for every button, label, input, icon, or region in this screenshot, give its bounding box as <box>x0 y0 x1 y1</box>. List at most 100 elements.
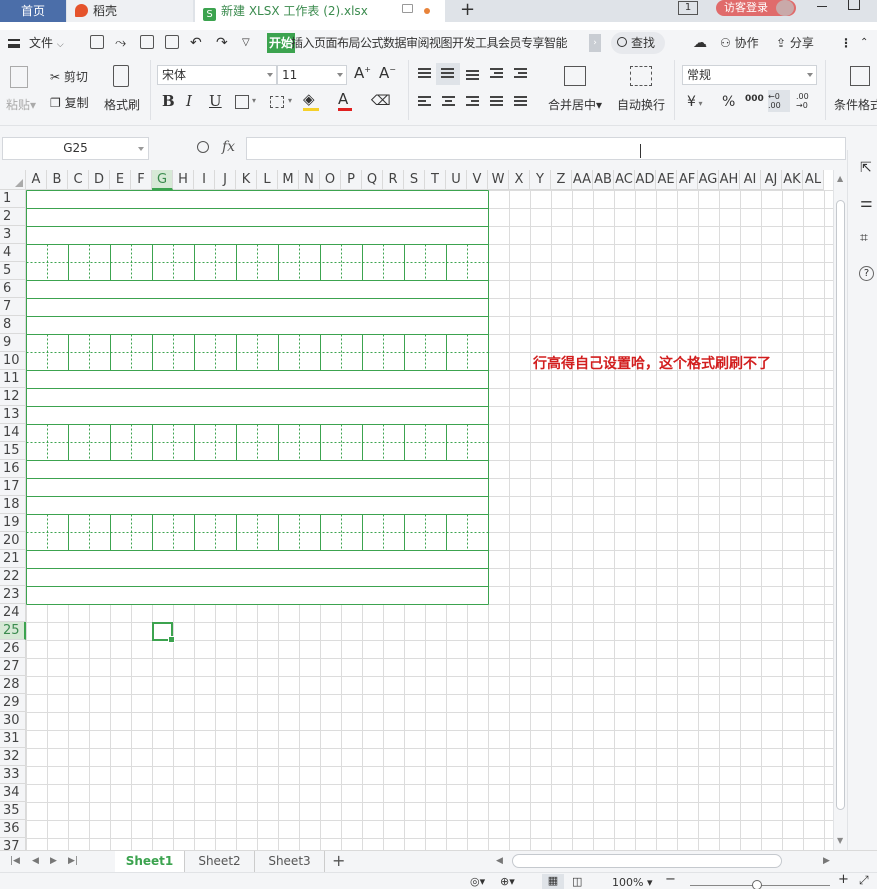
indent-increase-icon[interactable] <box>514 68 527 79</box>
row-header[interactable]: 15 <box>0 442 26 460</box>
sheet-tab-2[interactable]: Sheet2 <box>185 851 255 872</box>
row-header[interactable]: 30 <box>0 712 26 730</box>
more-options-icon[interactable]: ⋮ <box>840 34 852 52</box>
column-header[interactable]: AG <box>698 170 719 190</box>
row-header[interactable]: 8 <box>0 316 26 334</box>
column-header[interactable]: B <box>47 170 68 190</box>
copy-button[interactable]: ❐ 复制 <box>50 94 89 111</box>
align-middle-button[interactable] <box>436 63 460 85</box>
zoom-level[interactable]: 100% ▾ <box>612 876 652 889</box>
crop-icon[interactable]: ⌗ <box>860 230 868 246</box>
row-header[interactable]: 1 <box>0 190 26 208</box>
wrap-text-button[interactable]: 自动换行 <box>617 96 665 113</box>
row-header[interactable]: 22 <box>0 568 26 586</box>
wrap-text-icon[interactable] <box>630 66 652 86</box>
avatar[interactable] <box>776 0 794 16</box>
row-header[interactable]: 19 <box>0 514 26 532</box>
normal-view-icon[interactable]: ▦ <box>542 874 564 889</box>
formula-input[interactable] <box>246 137 846 160</box>
row-header[interactable]: 24 <box>0 604 26 622</box>
function-icon[interactable]: fx <box>222 139 235 155</box>
row-header[interactable]: 31 <box>0 730 26 748</box>
column-header[interactable]: AA <box>572 170 593 190</box>
scroll-left-icon[interactable]: ◀ <box>496 856 503 866</box>
row-header[interactable]: 7 <box>0 298 26 316</box>
zoom-formula-icon[interactable] <box>197 141 209 153</box>
row-header[interactable]: 10 <box>0 352 26 370</box>
print-preview-icon[interactable] <box>165 35 179 49</box>
align-center-icon[interactable] <box>442 96 455 107</box>
column-header[interactable]: AJ <box>761 170 782 190</box>
hamburger-icon[interactable] <box>8 39 20 48</box>
column-header[interactable]: J <box>215 170 236 190</box>
chevron-down-icon[interactable]: ▾ <box>252 96 256 105</box>
row-header[interactable]: 12 <box>0 388 26 406</box>
column-header[interactable]: F <box>131 170 152 190</box>
row-header[interactable]: 16 <box>0 460 26 478</box>
percent-button[interactable]: % <box>722 94 735 110</box>
row-header[interactable]: 5 <box>0 262 26 280</box>
search-button[interactable]: 查找 <box>611 32 665 54</box>
export-icon[interactable]: ⤳ <box>115 34 126 52</box>
ribbon-tabs[interactable]: 插入页面布局公式数据审阅视图开发工具会员专享智能 <box>291 33 568 53</box>
column-header[interactable]: AF <box>677 170 698 190</box>
font-size-select[interactable]: 11 <box>277 65 347 85</box>
row-header[interactable]: 21 <box>0 550 26 568</box>
column-header[interactable]: S <box>404 170 425 190</box>
fullscreen-icon[interactable]: ⤢ <box>859 873 869 888</box>
row-header[interactable]: 14 <box>0 424 26 442</box>
row-header[interactable]: 26 <box>0 640 26 658</box>
column-header[interactable]: H <box>173 170 194 190</box>
borders-icon[interactable] <box>235 95 249 109</box>
row-header[interactable]: 13 <box>0 406 26 424</box>
decrease-decimal-icon[interactable]: .00 →0 <box>796 92 809 110</box>
column-header[interactable]: L <box>257 170 278 190</box>
column-header[interactable]: AH <box>719 170 740 190</box>
column-header[interactable]: AB <box>593 170 614 190</box>
eye-protection-icon[interactable]: ◎▾ <box>470 875 485 888</box>
name-box[interactable]: G25 <box>2 137 149 160</box>
align-top-icon[interactable] <box>418 68 431 79</box>
distributed-icon[interactable] <box>514 96 527 107</box>
sheet-tab-3[interactable]: Sheet3 <box>255 851 325 872</box>
first-sheet-icon[interactable]: |◀ <box>10 856 20 866</box>
column-header[interactable]: AD <box>635 170 656 190</box>
column-header[interactable]: O <box>320 170 341 190</box>
page-layout-view-icon[interactable]: ◫ <box>572 875 582 888</box>
row-header[interactable]: 3 <box>0 226 26 244</box>
settings-slider-icon[interactable]: ⚌ <box>860 195 873 211</box>
undo-icon[interactable]: ↶ <box>190 34 202 52</box>
align-bottom-icon[interactable] <box>466 68 479 80</box>
row-header[interactable]: 34 <box>0 784 26 802</box>
vertical-scrollbar[interactable]: ▲ ▼ <box>833 170 847 850</box>
indent-decrease-icon[interactable] <box>490 68 503 79</box>
conditional-format-icon[interactable] <box>850 66 870 86</box>
row-header[interactable]: 37 <box>0 838 26 850</box>
collapse-ribbon-icon[interactable]: ⌃ <box>860 34 868 52</box>
row-header[interactable]: 28 <box>0 676 26 694</box>
row-header[interactable]: 35 <box>0 802 26 820</box>
zoom-out-icon[interactable]: − <box>665 872 676 887</box>
row-header[interactable]: 25 <box>0 622 26 640</box>
column-header[interactable]: AK <box>782 170 803 190</box>
justify-icon[interactable] <box>490 96 503 107</box>
column-header[interactable]: Q <box>362 170 383 190</box>
collab-button[interactable]: ⚇ 协作 <box>720 34 759 52</box>
eraser-icon[interactable]: ⌫ <box>371 93 391 109</box>
row-header[interactable]: 9 <box>0 334 26 352</box>
minimize-icon[interactable] <box>817 6 827 7</box>
merge-border-icon[interactable] <box>270 96 284 108</box>
save-icon[interactable] <box>90 35 104 49</box>
format-painter-icon[interactable] <box>113 65 129 87</box>
read-mode-icon[interactable]: ⊕▾ <box>500 875 515 888</box>
number-format-select[interactable]: 常规 <box>682 65 817 85</box>
maximize-icon[interactable] <box>848 0 860 10</box>
column-header[interactable]: AI <box>740 170 761 190</box>
column-header[interactable]: T <box>425 170 446 190</box>
column-header[interactable]: AC <box>614 170 635 190</box>
merge-center-icon[interactable] <box>564 66 586 86</box>
spreadsheet-grid[interactable]: A B C D E F G H I J K L M N O P Q R S T U V W X Y Z AA AB AC AD AE AF AG… <box>0 170 833 850</box>
fill-color-icon[interactable]: ◈ <box>303 90 319 111</box>
column-header[interactable]: C <box>68 170 89 190</box>
align-right-icon[interactable] <box>466 96 479 107</box>
